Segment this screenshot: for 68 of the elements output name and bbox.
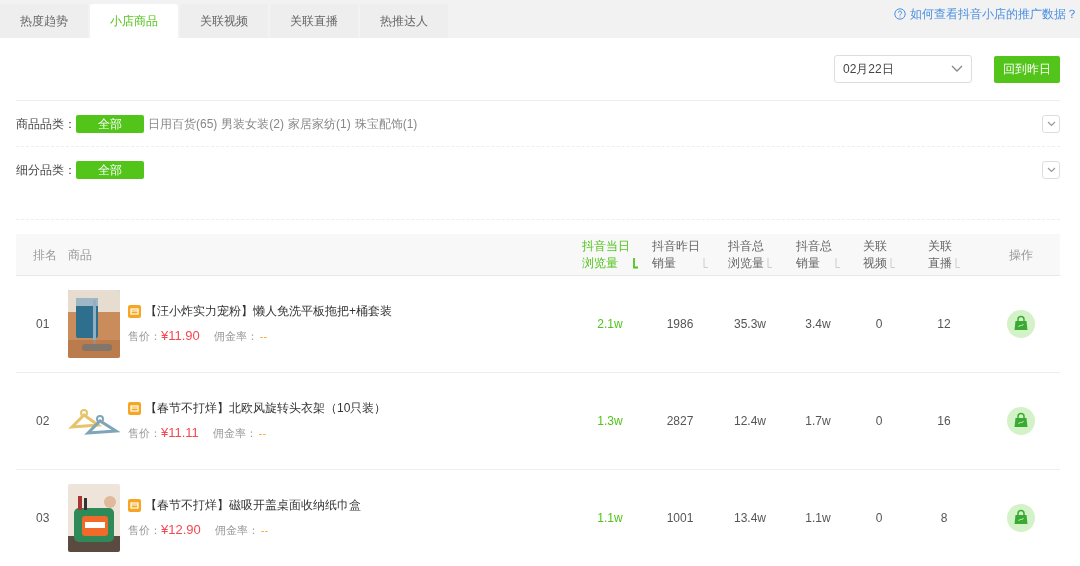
metric-cell-text: 0 bbox=[874, 413, 884, 430]
chevron-down-icon bbox=[951, 65, 963, 73]
price-label: 售价： bbox=[128, 523, 161, 539]
chevron-down-icon bbox=[1046, 166, 1056, 173]
metric-cell-text: 2827 bbox=[665, 413, 695, 430]
product-title[interactable]: 【春节不打烊】北欧风旋转头衣架（10只装） bbox=[145, 399, 387, 418]
sortable-column-header[interactable]: 抖音总 销量 bbox=[795, 237, 841, 272]
expand-button[interactable] bbox=[1042, 160, 1060, 179]
price-label: 售价： bbox=[128, 329, 161, 345]
commission-value: -- bbox=[259, 329, 268, 345]
date-select[interactable]: 02月22日 bbox=[834, 55, 972, 83]
column-header: 商品 bbox=[68, 246, 93, 264]
metric-cell-text: 1001 bbox=[665, 510, 695, 527]
help-link[interactable]: 如何查看抖音小店的推广数据？ bbox=[894, 5, 1078, 23]
category-option[interactable]: 日用百货(65) bbox=[148, 114, 218, 133]
shopping-bag-button[interactable] bbox=[1006, 310, 1035, 338]
product-title[interactable]: 【汪小炸实力宠粉】懒人免洗平板拖把+桶套装 bbox=[145, 302, 392, 321]
filter-label: 商品品类： bbox=[16, 115, 76, 133]
sortable-column-header[interactable]: 抖音总 浏览量 bbox=[727, 237, 773, 272]
price-value: ¥12.90 bbox=[161, 521, 201, 540]
category-option[interactable]: 男装女装(2) bbox=[221, 114, 284, 133]
sortable-column-header[interactable]: 关联 直播 bbox=[927, 237, 961, 272]
tab[interactable]: 热推达人 bbox=[360, 4, 448, 38]
commission-label: 佣金率： bbox=[212, 426, 257, 442]
product-title[interactable]: 【春节不打烊】磁吸开盖桌面收纳纸巾盒 bbox=[145, 496, 361, 515]
metric-cell-text: 1.7w bbox=[804, 413, 832, 430]
metric-cell-text: 3.4w bbox=[804, 316, 832, 333]
shopping-bag-button[interactable] bbox=[1006, 407, 1035, 435]
filter-label: 细分品类： bbox=[16, 161, 76, 179]
metric-cell-text: 1.3w bbox=[596, 413, 624, 430]
tab[interactable]: 热度趋势 bbox=[0, 4, 88, 38]
rank-cell-text: 02 bbox=[35, 413, 51, 430]
metric-cell-text: 2.1w bbox=[596, 316, 624, 333]
metric-cell-text: 8 bbox=[939, 510, 949, 527]
metric-cell-text: 0 bbox=[874, 316, 884, 333]
metric-cell-text: 12 bbox=[936, 316, 952, 333]
category-option[interactable]: 家居家纺(1) bbox=[288, 114, 351, 133]
commission-label: 佣金率： bbox=[214, 523, 259, 539]
category-option[interactable]: 珠宝配饰(1) bbox=[354, 114, 418, 133]
metric-cell-text: 35.3w bbox=[733, 316, 767, 333]
sortable-column-header[interactable]: 抖音昨日 销量 bbox=[651, 237, 709, 272]
sortable-column-header[interactable]: 关联 视频 bbox=[862, 237, 896, 272]
metric-cell-text: 0 bbox=[874, 510, 884, 527]
commission-value: -- bbox=[258, 426, 267, 442]
shop-icon bbox=[128, 304, 141, 318]
metric-cell-text: 1.1w bbox=[596, 510, 624, 527]
column-header: 排名 bbox=[32, 246, 58, 264]
column-header: 操作 bbox=[1007, 246, 1034, 264]
rank-cell-text: 01 bbox=[35, 316, 51, 333]
price-value: ¥11.11 bbox=[161, 424, 199, 443]
metric-cell-text: 1.1w bbox=[804, 510, 832, 527]
commission-label: 佣金率： bbox=[213, 329, 258, 345]
chevron-down-icon bbox=[1046, 120, 1056, 127]
metric-cell-text: 1986 bbox=[665, 316, 695, 333]
metric-cell-text: 12.4w bbox=[733, 413, 767, 430]
shopping-bag-button[interactable] bbox=[1006, 504, 1035, 532]
rank-cell-text: 03 bbox=[35, 510, 51, 527]
tab[interactable]: 关联视频 bbox=[180, 4, 268, 38]
price-label: 售价： bbox=[128, 426, 161, 442]
price-value: ¥11.90 bbox=[161, 327, 200, 346]
expand-button[interactable] bbox=[1042, 114, 1060, 133]
metric-cell-text: 13.4w bbox=[733, 510, 767, 527]
tab[interactable]: 关联直播 bbox=[270, 4, 358, 38]
question-icon bbox=[894, 8, 906, 20]
shop-icon bbox=[128, 498, 141, 512]
metric-cell-text: 16 bbox=[936, 413, 952, 430]
commission-value: -- bbox=[260, 523, 269, 539]
shop-icon bbox=[128, 401, 141, 415]
